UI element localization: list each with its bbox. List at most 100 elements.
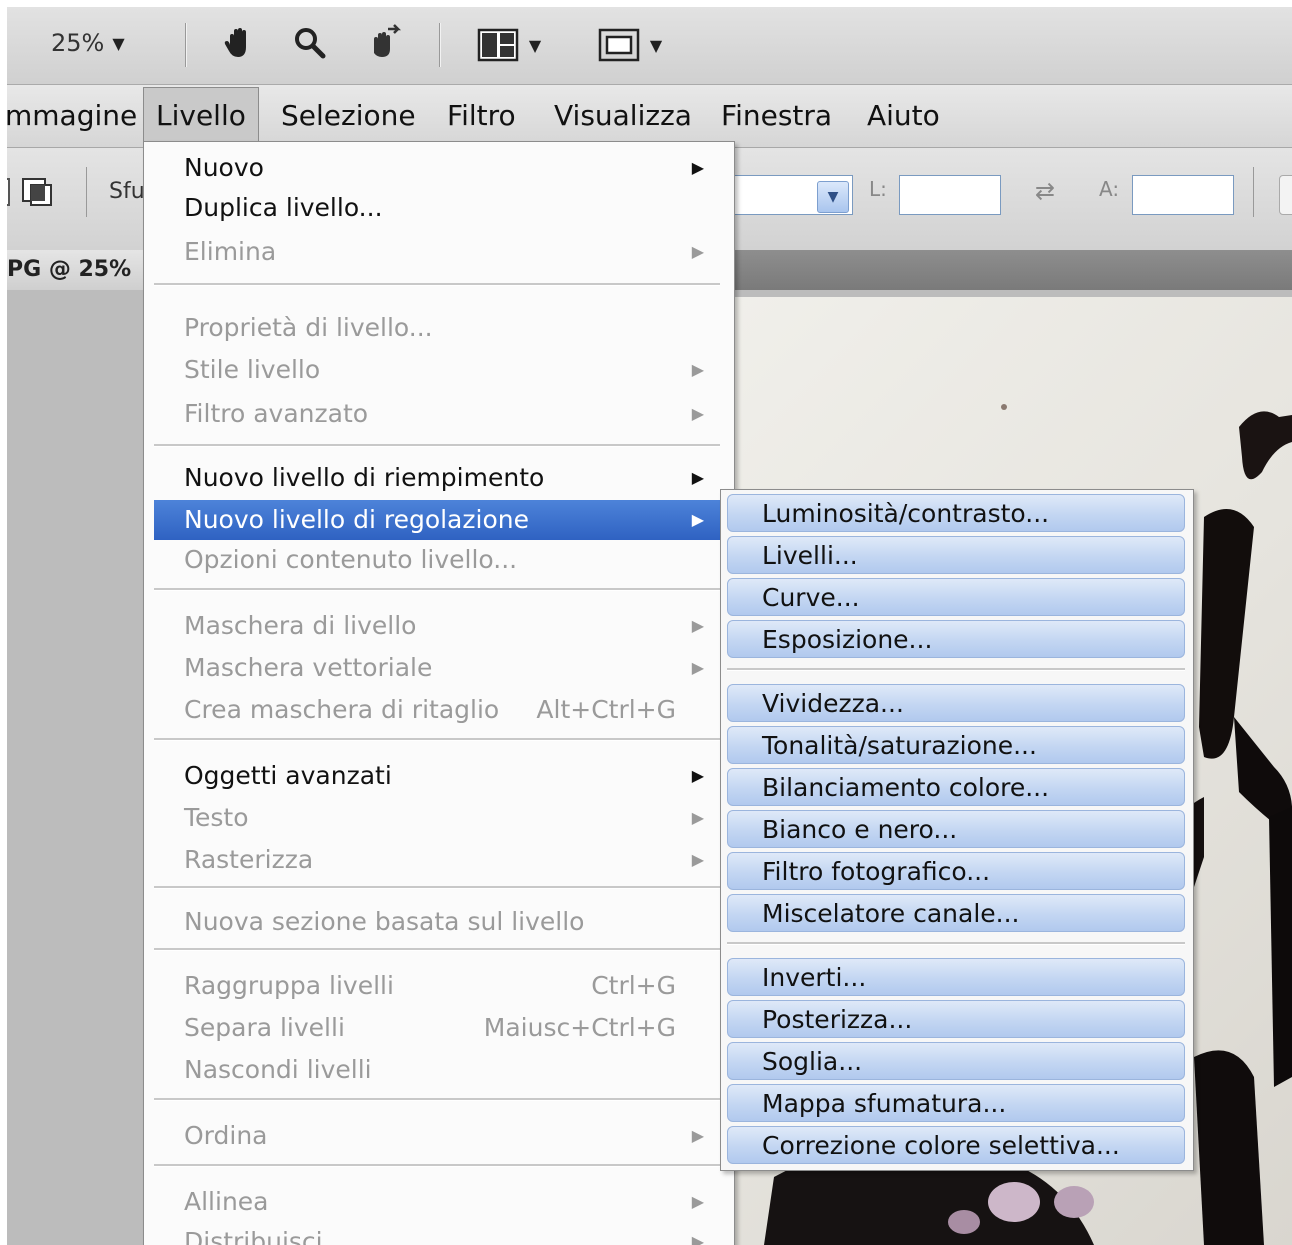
submenu-item-vividezza[interactable]: Vividezza... [727,684,1185,722]
menu-item-label: Nuovo [184,153,264,182]
options-divider [86,167,87,217]
submenu-item-filtro-fotografico[interactable]: Filtro fotografico... [727,852,1185,890]
menu-item-opzioni-contenuto-livello[interactable]: Opzioni contenuto livello... [154,540,720,580]
menu-item-proprieta-di-livello[interactable]: Proprietà di livello... [154,308,720,348]
menu-item-label: Proprietà di livello... [184,313,433,342]
menu-item-nuovo-livello-di-regolazione[interactable]: Nuovo livello di regolazione ▶ [154,500,720,540]
menu-separator [154,738,720,741]
menu-separator [154,1098,720,1101]
menu-item-separa-livelli[interactable]: Separa livelli Maiusc+Ctrl+G [154,1008,720,1048]
submenu-item-tonalita-saturazione[interactable]: Tonalità/saturazione... [727,726,1185,764]
menu-item-ordina[interactable]: Ordina ▶ [154,1116,720,1156]
hand-tool-button[interactable] [219,23,259,63]
screen-mode-button[interactable]: ▼ [590,25,670,65]
arrange-documents-button[interactable]: ▼ [469,25,549,65]
menu-item-label: Nuovo livello di riempimento [184,463,545,492]
livello-menu: Nuovo ▶ Duplica livello... Elimina ▶ Pro… [143,141,735,1245]
menu-item-label: Ordina [184,1121,268,1150]
menu-item-rasterizza[interactable]: Rasterizza ▶ [154,840,720,880]
zoom-level-value: 25% [51,29,105,57]
menu-item-label: Rasterizza [184,845,314,874]
submenu-item-soglia[interactable]: Soglia... [727,1042,1185,1080]
application-bar: 25% ▼ ▼ ▼ [7,7,1292,85]
menu-item-nuovo-livello-di-riempimento[interactable]: Nuovo livello di riempimento ▶ [154,458,720,498]
toolbar-divider [185,23,187,67]
menu-item-distribuisci[interactable]: Distribuisci ▶ [154,1222,720,1245]
menu-item-nuova-sezione-basata-sul-livello[interactable]: Nuova sezione basata sul livello [154,902,720,942]
submenu-arrow-icon: ▶ [691,510,704,529]
swap-dimensions-icon[interactable]: ⇄ [1035,177,1055,205]
menu-selezione[interactable]: Selezione [269,85,428,147]
rotate-view-button[interactable] [362,21,406,65]
width-field[interactable] [899,175,1001,215]
menu-item-label: Nuova sezione basata sul livello [184,907,585,936]
menu-livello[interactable]: Livello [143,87,259,148]
menu-finestra[interactable]: Finestra [709,85,844,147]
toolbar-divider [439,23,441,67]
submenu-item-mappa-sfumatura[interactable]: Mappa sfumatura... [727,1084,1185,1122]
submenu-item-bilanciamento-colore[interactable]: Bilanciamento colore... [727,768,1185,806]
submenu-arrow-icon: ▶ [691,1232,704,1245]
submenu-item-inverti[interactable]: Inverti... [727,958,1185,996]
menu-item-elimina[interactable]: Elimina ▶ [154,232,720,272]
zoom-tool-button[interactable] [290,23,330,63]
menu-item-stile-livello[interactable]: Stile livello ▶ [154,350,720,390]
menu-item-label: Distribuisci [184,1227,323,1245]
zoom-level-dropdown[interactable]: 25% ▼ [51,23,125,63]
menu-filtro[interactable]: Filtro [435,85,528,147]
menu-item-shortcut: Maiusc+Ctrl+G [483,1013,676,1042]
hand-icon [224,28,246,57]
menu-separator [727,668,1185,671]
rotate-view-icon [374,24,402,57]
chevron-down-icon: ▼ [827,189,839,205]
menu-item-label: Duplica livello... [184,193,383,222]
menu-immagine[interactable]: mmagine [7,85,149,147]
menu-item-label: Oggetti avanzati [184,761,392,790]
intersect-selection-icon [7,178,52,206]
menu-item-duplica-livello[interactable]: Duplica livello... [154,188,720,228]
menu-item-filtro-avanzato[interactable]: Filtro avanzato ▶ [154,394,720,434]
submenu-item-bianco-e-nero[interactable]: Bianco e nero... [727,810,1185,848]
menu-item-label: Allinea [184,1187,269,1216]
menu-item-nuovo[interactable]: Nuovo ▶ [154,148,720,188]
menu-item-allinea[interactable]: Allinea ▶ [154,1182,720,1222]
style-dropdown-button[interactable]: ▼ [817,181,849,213]
feather-label: Sfu [109,179,145,204]
menu-item-testo[interactable]: Testo ▶ [154,798,720,838]
submenu-item-esposizione[interactable]: Esposizione... [727,620,1185,658]
menu-item-oggetti-avanzati[interactable]: Oggetti avanzati ▶ [154,756,720,796]
menu-item-maschera-vettoriale[interactable]: Maschera vettoriale ▶ [154,648,720,688]
height-field[interactable] [1132,175,1234,215]
submenu-item-miscelatore-canale[interactable]: Miscelatore canale... [727,894,1185,932]
menu-aiuto[interactable]: Aiuto [855,85,952,147]
document-tab[interactable]: PG @ 25% [7,250,147,290]
menu-item-nascondi-livelli[interactable]: Nascondi livelli [154,1050,720,1090]
submenu-item-luminosita-contrasto[interactable]: Luminosità/contrasto... [727,494,1185,532]
refine-edge-button[interactable] [1279,175,1292,215]
submenu-arrow-icon: ▶ [691,658,704,677]
submenu-arrow-icon: ▶ [691,1126,704,1145]
submenu-arrow-icon: ▶ [691,360,704,379]
menu-separator [154,948,720,951]
submenu-arrow-icon: ▶ [691,1192,704,1211]
menu-item-maschera-di-livello[interactable]: Maschera di livello ▶ [154,606,720,646]
regolazione-submenu: Luminosità/contrasto... Livelli... Curve… [720,489,1194,1171]
arrange-documents-icon [477,28,519,62]
menu-item-label: Opzioni contenuto livello... [184,545,518,574]
submenu-item-posterizza[interactable]: Posterizza... [727,1000,1185,1038]
submenu-arrow-icon: ▶ [691,158,704,177]
menu-item-raggruppa-livelli[interactable]: Raggruppa livelli Ctrl+G [154,966,720,1006]
menu-item-crea-maschera-di-ritaglio[interactable]: Crea maschera di ritaglio Alt+Ctrl+G [154,690,720,730]
menu-item-label: Separa livelli [184,1013,345,1042]
menu-bar: mmagine Livello Selezione Filtro Visuali… [7,85,1292,148]
menu-visualizza[interactable]: Visualizza [542,85,704,147]
menu-item-label: Maschera di livello [184,611,417,640]
submenu-item-livelli[interactable]: Livelli... [727,536,1185,574]
menu-item-label: Crea maschera di ritaglio [184,695,500,724]
submenu-item-correzione-colore-selettiva[interactable]: Correzione colore selettiva... [727,1126,1185,1164]
submenu-arrow-icon: ▶ [691,766,704,785]
menu-separator [154,588,720,591]
intersect-selection-button[interactable] [7,171,61,215]
submenu-item-curve[interactable]: Curve... [727,578,1185,616]
menu-item-label: Stile livello [184,355,321,384]
